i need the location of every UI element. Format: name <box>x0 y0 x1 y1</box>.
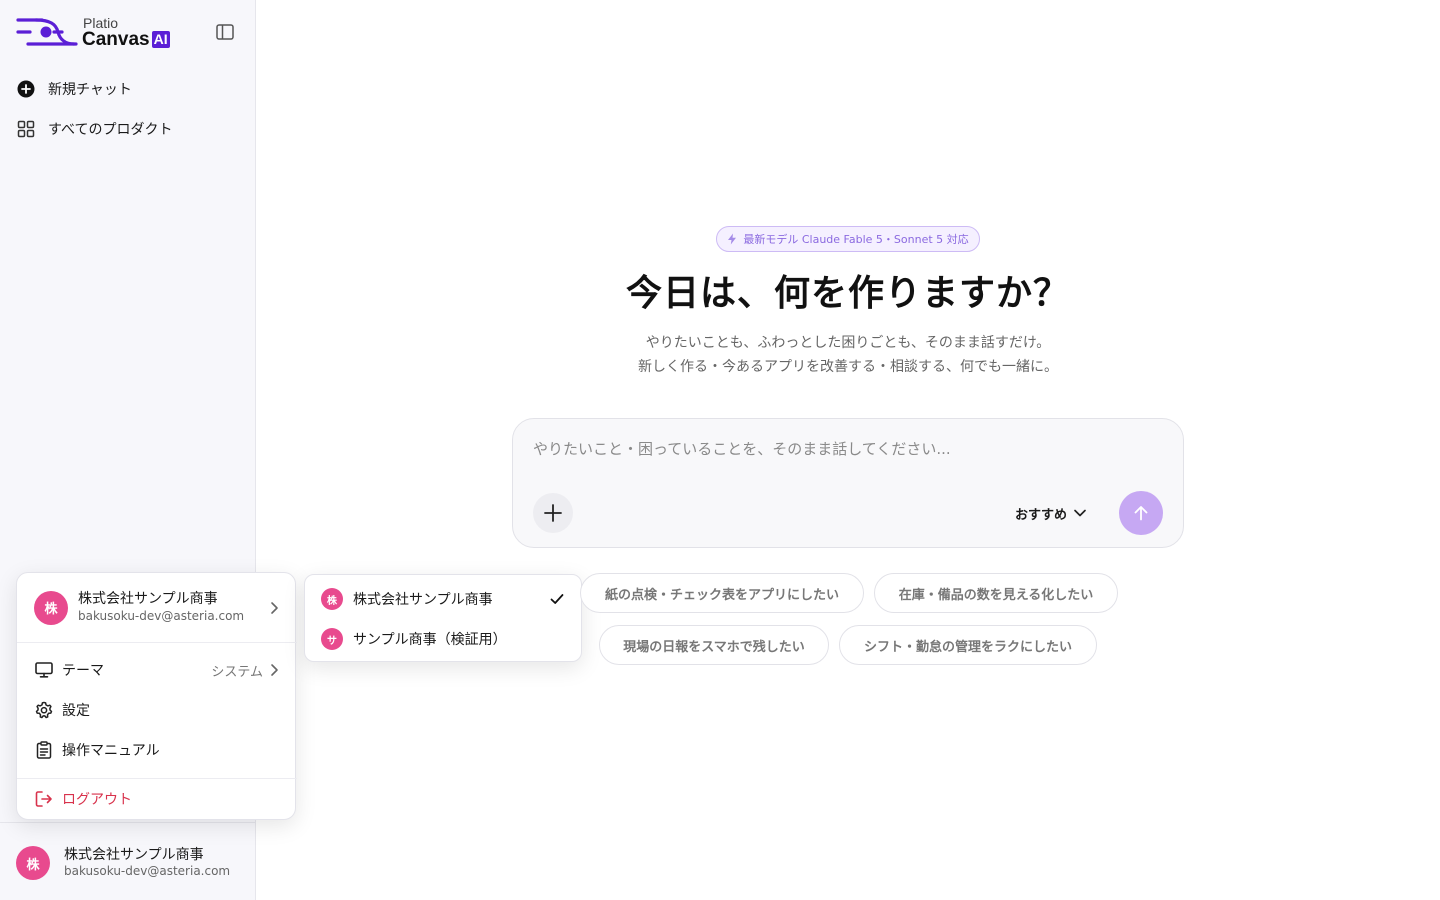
organization-submenu: 株 株式会社サンプル商事 サ サンプル商事（検証用） <box>304 574 582 662</box>
sidebar-toggle-icon <box>216 24 234 40</box>
logo-ai-badge: AI <box>151 30 170 48</box>
menu-divider <box>17 778 297 779</box>
sidebar-item-label: 新規チャット <box>48 82 132 98</box>
chat-composer: おすすめ <box>512 418 1184 548</box>
avatar: 株 <box>321 588 343 610</box>
suggestion-chip[interactable]: 紙の点検・チェック表をアプリにしたい <box>580 573 864 613</box>
suggestion-chip[interactable]: 在庫・備品の数を見える化したい <box>874 573 1118 613</box>
clipboard-icon <box>34 740 54 760</box>
theme-value-text: システム <box>211 664 263 680</box>
sidebar-item-all-products[interactable]: すべてのプロダクト <box>14 112 242 146</box>
sidebar-divider <box>0 822 256 823</box>
model-select[interactable]: おすすめ <box>1015 503 1087 523</box>
attach-button[interactable] <box>533 493 573 533</box>
user-email: bakusoku-dev@asteria.com <box>78 608 245 623</box>
account-menu: 株 株式会社サンプル商事 bakusoku-dev@asteria.com テー… <box>16 572 297 820</box>
logo-text: Platio Canvas AI <box>82 16 170 49</box>
user-meta: 株式会社サンプル商事 bakusoku-dev@asteria.com <box>64 847 230 880</box>
monitor-icon <box>34 660 54 680</box>
model-badge: 最新モデル Claude Fable 5・Sonnet 5 対応 <box>716 226 980 252</box>
arrow-up-icon <box>1134 506 1148 521</box>
send-button[interactable] <box>1119 491 1163 535</box>
plus-icon <box>544 504 562 522</box>
manual-menu-item[interactable]: 操作マニュアル <box>17 732 297 768</box>
avatar: 株 <box>16 846 50 880</box>
logout-menu-item[interactable]: ログアウト <box>17 781 297 817</box>
model-select-value: おすすめ <box>1015 507 1068 523</box>
user-email: bakusoku-dev@asteria.com <box>64 864 231 879</box>
page-subtitle-line-1: やりたいことも、ふわっとした困りごとも、そのまま話すだけ。 <box>645 335 1051 351</box>
check-icon <box>549 591 565 611</box>
organization-option[interactable]: 株 株式会社サンプル商事 <box>305 579 583 619</box>
user-name: 株式会社サンプル商事 <box>64 846 204 863</box>
grid-icon <box>16 119 36 139</box>
logout-icon <box>34 789 54 809</box>
sidebar-item-new-chat[interactable]: 新規チャット <box>14 72 242 106</box>
account-switch-item[interactable]: 株 株式会社サンプル商事 bakusoku-dev@asteria.com <box>17 573 297 643</box>
organization-name: サンプル商事（検証用） <box>353 632 507 648</box>
theme-value: システム <box>211 661 279 680</box>
logo-mark-icon <box>16 15 78 49</box>
suggestion-chip[interactable]: 現場の日報をスマホで残したい <box>599 625 829 665</box>
manual-label: 操作マニュアル <box>62 743 160 759</box>
user-meta: 株式会社サンプル商事 bakusoku-dev@asteria.com <box>78 591 244 624</box>
sidebar-item-label: すべてのプロダクト <box>48 122 173 138</box>
settings-label: 設定 <box>62 703 90 719</box>
model-badge-text: 最新モデル Claude Fable 5・Sonnet 5 対応 <box>743 233 969 246</box>
gear-icon <box>34 700 54 720</box>
organization-option[interactable]: サ サンプル商事（検証用） <box>305 619 583 659</box>
user-name: 株式会社サンプル商事 <box>78 591 218 608</box>
avatar: 株 <box>34 590 68 625</box>
theme-label: テーマ <box>62 663 104 679</box>
plus-circle-icon <box>16 79 36 99</box>
lightning-icon <box>728 233 737 245</box>
page-title: 今日は、何を作りますか？ <box>625 273 1070 314</box>
page-subtitle-line-2: 新しく作る・今あるアプリを改善する・相談する、何でも一緒に。 <box>638 359 1058 375</box>
sidebar-toggle-button[interactable] <box>212 20 238 44</box>
logo-canvas-text: Canvas <box>82 28 150 50</box>
organization-name: 株式会社サンプル商事 <box>353 592 493 608</box>
chevron-right-icon <box>269 600 279 619</box>
logo-big-text: Canvas AI <box>82 30 170 49</box>
logout-label: ログアウト <box>62 792 132 808</box>
chat-input[interactable] <box>533 437 1153 461</box>
chevron-right-icon <box>271 664 278 676</box>
chevron-down-icon <box>1074 509 1086 517</box>
suggestion-chip[interactable]: シフト・勤怠の管理をラクにしたい <box>839 625 1097 665</box>
avatar: サ <box>321 628 343 650</box>
logo-small-text: Platio <box>83 14 119 31</box>
settings-menu-item[interactable]: 設定 <box>17 692 297 728</box>
brand-logo[interactable]: Platio Canvas AI <box>16 14 206 50</box>
theme-menu-item[interactable]: テーマ システム <box>17 652 297 688</box>
sidebar-user-button[interactable]: 株 株式会社サンプル商事 bakusoku-dev@asteria.com <box>16 844 246 882</box>
